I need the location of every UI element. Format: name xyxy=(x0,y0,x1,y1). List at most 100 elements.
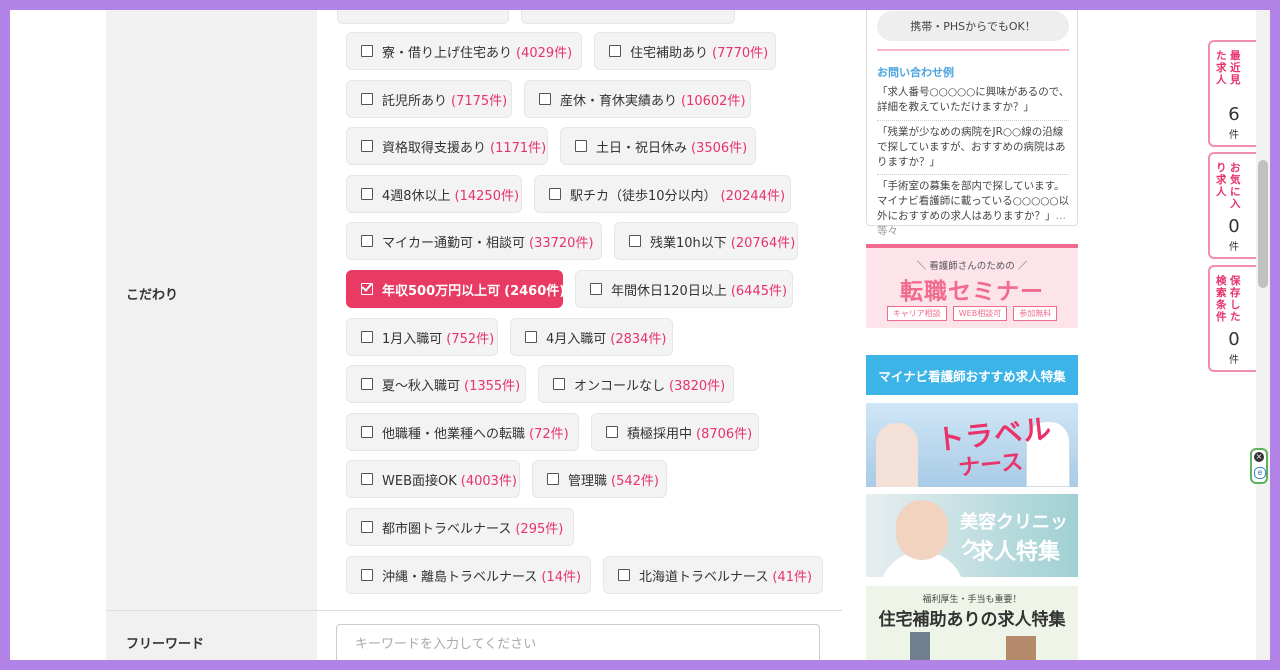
freeword-input[interactable] xyxy=(336,624,820,660)
feature-heading: マイナビ看護師おすすめ求人特集 xyxy=(866,355,1078,395)
condition-chip[interactable]: 駅チカ（徒歩10分以内） (20244件) xyxy=(534,175,791,213)
checkbox-icon[interactable] xyxy=(361,188,373,200)
condition-chip[interactable]: 産休・育休実績あり (10602件) xyxy=(524,80,751,118)
condition-count: (1171件) xyxy=(490,140,547,156)
extension-widget[interactable]: × e xyxy=(1250,448,1268,484)
housing-banner-title: 住宅補助ありの求人特集 xyxy=(878,610,1066,630)
checkbox-icon[interactable] xyxy=(361,93,373,105)
condition-chip[interactable]: 積極採用中 (8706件) xyxy=(591,413,759,451)
condition-count: (4003件) xyxy=(460,473,517,489)
condition-chip-partial[interactable] xyxy=(521,10,735,24)
condition-chip[interactable]: 資格取得支援あり (1171件) xyxy=(346,127,548,165)
condition-chip[interactable]: 土日・祝日休み (3506件) xyxy=(560,127,756,165)
housing-banner[interactable]: 福利厚生・手当も重要！ 住宅補助ありの求人特集 xyxy=(866,586,1078,660)
travel-nurse-banner[interactable]: トラベル ナース xyxy=(866,403,1078,487)
condition-chip[interactable]: 住宅補助あり (7770件) xyxy=(594,32,776,70)
seminar-tag: キャリア相談 xyxy=(886,306,947,321)
condition-count: (33720件) xyxy=(529,235,594,251)
condition-chip[interactable]: マイカー通勤可・相談可 (33720件) xyxy=(346,222,602,260)
condition-chip[interactable]: オンコールなし (3820件) xyxy=(538,365,734,403)
checkbox-icon[interactable] xyxy=(361,521,373,533)
condition-count: (6445件) xyxy=(730,283,788,299)
checkbox-icon[interactable] xyxy=(361,569,373,581)
saved-search-label-a: 保存した xyxy=(1230,275,1241,323)
condition-chip[interactable]: 他職種・他業種への転職 (72件) xyxy=(346,413,579,451)
condition-count: (7175件) xyxy=(451,93,508,109)
condition-chip[interactable]: 託児所あり (7175件) xyxy=(346,80,512,118)
condition-chip[interactable]: 4週8休以上 (14250件) xyxy=(346,175,522,213)
close-icon[interactable]: × xyxy=(1254,452,1264,462)
checkbox-icon[interactable] xyxy=(590,283,602,295)
checkbox-icon[interactable] xyxy=(361,378,373,390)
room-illustration xyxy=(1006,636,1036,660)
condition-label: 駅チカ（徒歩10分以内） xyxy=(570,188,717,204)
condition-chip[interactable]: 管理職 (542件) xyxy=(532,460,667,498)
condition-count: (20244件) xyxy=(720,188,786,204)
condition-chip[interactable]: 年収500万円以上可 (2460件) xyxy=(346,270,565,308)
condition-chip[interactable]: 夏〜秋入職可 (1355件) xyxy=(346,365,526,403)
saved-search-count: 0 xyxy=(1228,329,1240,350)
divider xyxy=(877,120,1069,121)
recently-viewed-label-b: た求人 xyxy=(1216,50,1227,86)
nurse-illustration xyxy=(876,423,918,487)
saved-search-tab[interactable]: 検索条件 保存した 0 件 xyxy=(1208,265,1256,372)
checkbox-icon[interactable] xyxy=(575,140,587,152)
condition-count: (3820件) xyxy=(669,378,726,394)
checkbox-icon[interactable] xyxy=(547,473,559,485)
checkbox-icon[interactable] xyxy=(629,235,641,247)
condition-chip[interactable]: 年間休日120日以上 (6445件) xyxy=(575,270,793,308)
condition-chip[interactable]: WEB面接OK (4003件) xyxy=(346,460,520,498)
checkbox-icon[interactable] xyxy=(525,331,537,343)
condition-chip[interactable]: 都市圏トラベルナース (295件) xyxy=(346,508,574,546)
checkbox-checked-icon[interactable] xyxy=(361,283,373,295)
favorites-label-b: り求人 xyxy=(1216,162,1227,198)
condition-label: 都市圏トラベルナース xyxy=(382,521,512,537)
condition-count: (41件) xyxy=(772,569,813,585)
condition-chip[interactable]: 北海道トラベルナース (41件) xyxy=(603,556,823,594)
checkbox-icon[interactable] xyxy=(618,569,630,581)
condition-label: 住宅補助あり xyxy=(630,45,709,61)
condition-label: 1月入職可 xyxy=(382,331,443,347)
condition-label: 産休・育休実績あり xyxy=(560,93,678,109)
seminar-subtitle: ＼ 看護師さんのための ／ xyxy=(916,261,1028,272)
favorites-tab[interactable]: り求人 お気に入 0 件 xyxy=(1208,152,1256,259)
condition-chip[interactable]: 4月入職可 (2834件) xyxy=(510,318,673,356)
person-illustration xyxy=(896,500,948,560)
condition-chip[interactable]: 沖縄・離島トラベルナース (14件) xyxy=(346,556,591,594)
checkbox-icon[interactable] xyxy=(361,426,373,438)
extension-icon[interactable]: e xyxy=(1254,467,1266,479)
seminar-banner[interactable]: ＼ 看護師さんのための ／ 転職セミナー キャリア相談 WEB相談可 参加無料 xyxy=(866,244,1078,328)
checkbox-icon[interactable] xyxy=(361,235,373,247)
condition-label: 4月入職可 xyxy=(546,331,607,347)
recently-viewed-tab[interactable]: た求人 最近見 6 件 xyxy=(1208,40,1256,147)
condition-label: 寮・借り上げ住宅あり xyxy=(382,45,513,61)
checkbox-icon[interactable] xyxy=(361,331,373,343)
checkbox-icon[interactable] xyxy=(361,45,373,57)
scrollbar-track[interactable] xyxy=(1256,10,1270,660)
condition-chip-partial[interactable] xyxy=(337,10,509,24)
checkbox-icon[interactable] xyxy=(361,140,373,152)
checkbox-icon[interactable] xyxy=(549,188,561,200)
building-illustration xyxy=(910,632,930,660)
seminar-title: 転職セミナー xyxy=(900,279,1044,305)
scrollbar-thumb[interactable] xyxy=(1258,160,1268,288)
condition-chip[interactable]: 1月入職可 (752件) xyxy=(346,318,498,356)
checkbox-icon[interactable] xyxy=(609,45,621,57)
contact-example-2: 「残業が少なめの病院をJR○○線の沿線で探していますが、おすすめの病院はあります… xyxy=(877,126,1066,168)
seminar-tag: 参加無料 xyxy=(1013,306,1058,321)
condition-label: 他職種・他業種への転職 xyxy=(382,426,526,442)
checkbox-icon[interactable] xyxy=(361,473,373,485)
condition-label: 北海道トラベルナース xyxy=(639,569,769,585)
search-form: こだわり フリーワード 寮・借り上げ住宅あり(4029件) 住宅補助あり(7770… xyxy=(106,10,842,660)
recently-viewed-label-a: 最近見 xyxy=(1230,50,1241,86)
checkbox-icon[interactable] xyxy=(539,93,551,105)
condition-count: (10602件) xyxy=(681,93,746,109)
favorites-count: 0 xyxy=(1228,216,1240,237)
checkbox-icon[interactable] xyxy=(606,426,618,438)
browser-viewport: こだわり フリーワード 寮・借り上げ住宅あり(4029件) 住宅補助あり(7770… xyxy=(10,10,1270,660)
condition-chip[interactable]: 残業10h以下 (20764件) xyxy=(614,222,798,260)
freeword-label: フリーワード xyxy=(126,637,205,652)
checkbox-icon[interactable] xyxy=(553,378,565,390)
condition-chip[interactable]: 寮・借り上げ住宅あり (4029件) xyxy=(346,32,582,70)
beauty-clinic-banner[interactable]: 美容クリニック 求人特集 xyxy=(866,494,1078,577)
